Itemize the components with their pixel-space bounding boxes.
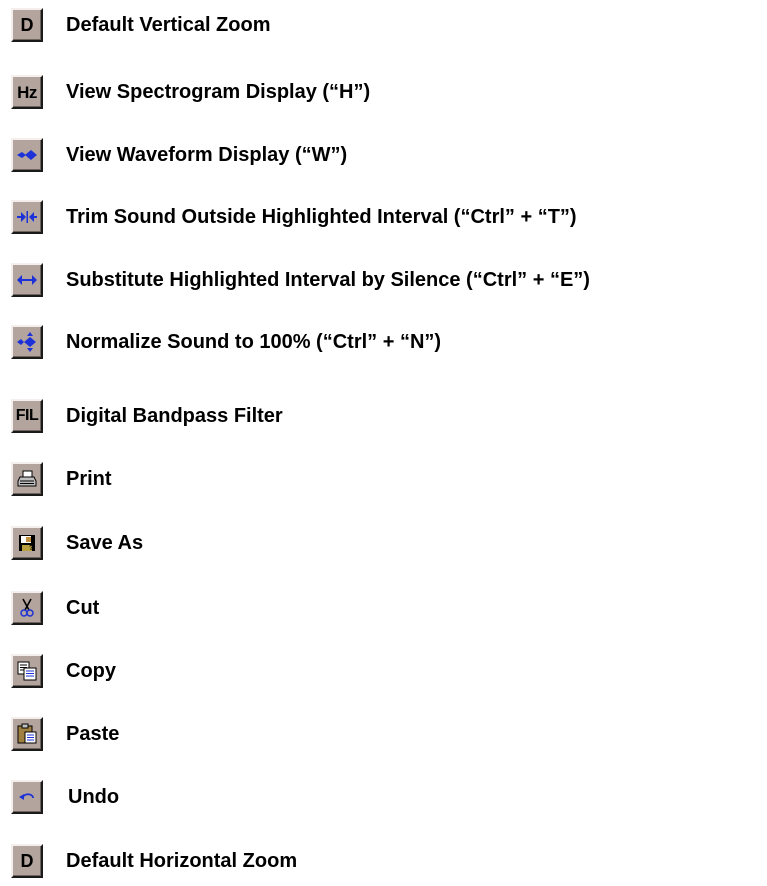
legend-item-undo: Undo [0,780,767,818]
legend-label: Substitute Highlighted Interval by Silen… [66,269,590,291]
waveform-button[interactable] [11,138,43,172]
legend-label: Print [66,468,112,490]
normalize-button[interactable] [11,325,43,359]
clipboard-icon [17,723,37,744]
legend-label: Save As [66,532,144,554]
save-as-icon: ? [19,535,35,552]
default-vertical-zoom-icon: D [20,15,34,35]
silence-icon [17,275,37,285]
spectrogram-icon: Hz [17,82,37,102]
legend-item-filter: FIL Digital Bandpass Filter [0,399,767,437]
legend-label: View Waveform Display (“W”) [66,144,348,166]
legend-item-default-horizontal-zoom: D Default Horizontal Zoom [0,844,767,882]
legend-item-copy: Copy [0,654,767,692]
default-vertical-zoom-button[interactable]: D [11,8,43,42]
legend-label: Default Horizontal Zoom [66,850,298,872]
copy-button[interactable] [11,654,43,688]
paste-button[interactable] [11,717,43,751]
legend-item-save-as: ? Save As [0,526,767,564]
spectrogram-button[interactable]: Hz [11,75,43,109]
legend-label: View Spectrogram Display (“H”) [66,81,371,103]
legend-label: Digital Bandpass Filter [66,405,283,427]
legend-item-cut: Cut [0,591,767,629]
default-horizontal-zoom-icon: D [20,851,34,871]
legend-item-waveform: View Waveform Display (“W”) [0,138,767,176]
toolbar-legend: D Default Vertical Zoom Hz View Spectrog… [0,0,767,886]
normalize-icon [17,332,36,352]
silence-button[interactable] [11,263,43,297]
legend-item-silence: Substitute Highlighted Interval by Silen… [0,263,767,301]
trim-button[interactable] [11,200,43,234]
legend-item-spectrogram: Hz View Spectrogram Display (“H”) [0,75,767,113]
trim-icon [17,211,37,223]
legend-label: Normalize Sound to 100% (“Ctrl” + “N”) [66,331,442,353]
legend-label: Cut [66,597,100,619]
filter-icon: FIL [15,407,39,424]
legend-item-normalize: Normalize Sound to 100% (“Ctrl” + “N”) [0,325,767,363]
legend-item-print: Print [0,462,767,500]
print-button[interactable] [11,462,43,496]
printer-icon [17,470,37,487]
legend-label: Copy [66,660,116,682]
undo-icon [19,793,34,800]
legend-label: Default Vertical Zoom [66,14,271,36]
legend-item-paste: Paste [0,717,767,755]
waveform-icon [17,150,37,160]
copy-icon [17,661,37,681]
legend-label: Undo [68,786,120,808]
legend-item-default-vertical-zoom: D Default Vertical Zoom [0,8,767,46]
svg-text:?: ? [29,545,33,552]
filter-button[interactable]: FIL [11,399,43,433]
save-as-button[interactable]: ? [11,526,43,560]
legend-label: Paste [66,723,120,745]
default-horizontal-zoom-button[interactable]: D [11,844,43,878]
scissors-icon [20,598,34,617]
legend-label: Trim Sound Outside Highlighted Interval … [66,206,577,228]
legend-item-trim: Trim Sound Outside Highlighted Interval … [0,200,767,238]
cut-button[interactable] [11,591,43,625]
undo-button[interactable] [11,780,43,814]
